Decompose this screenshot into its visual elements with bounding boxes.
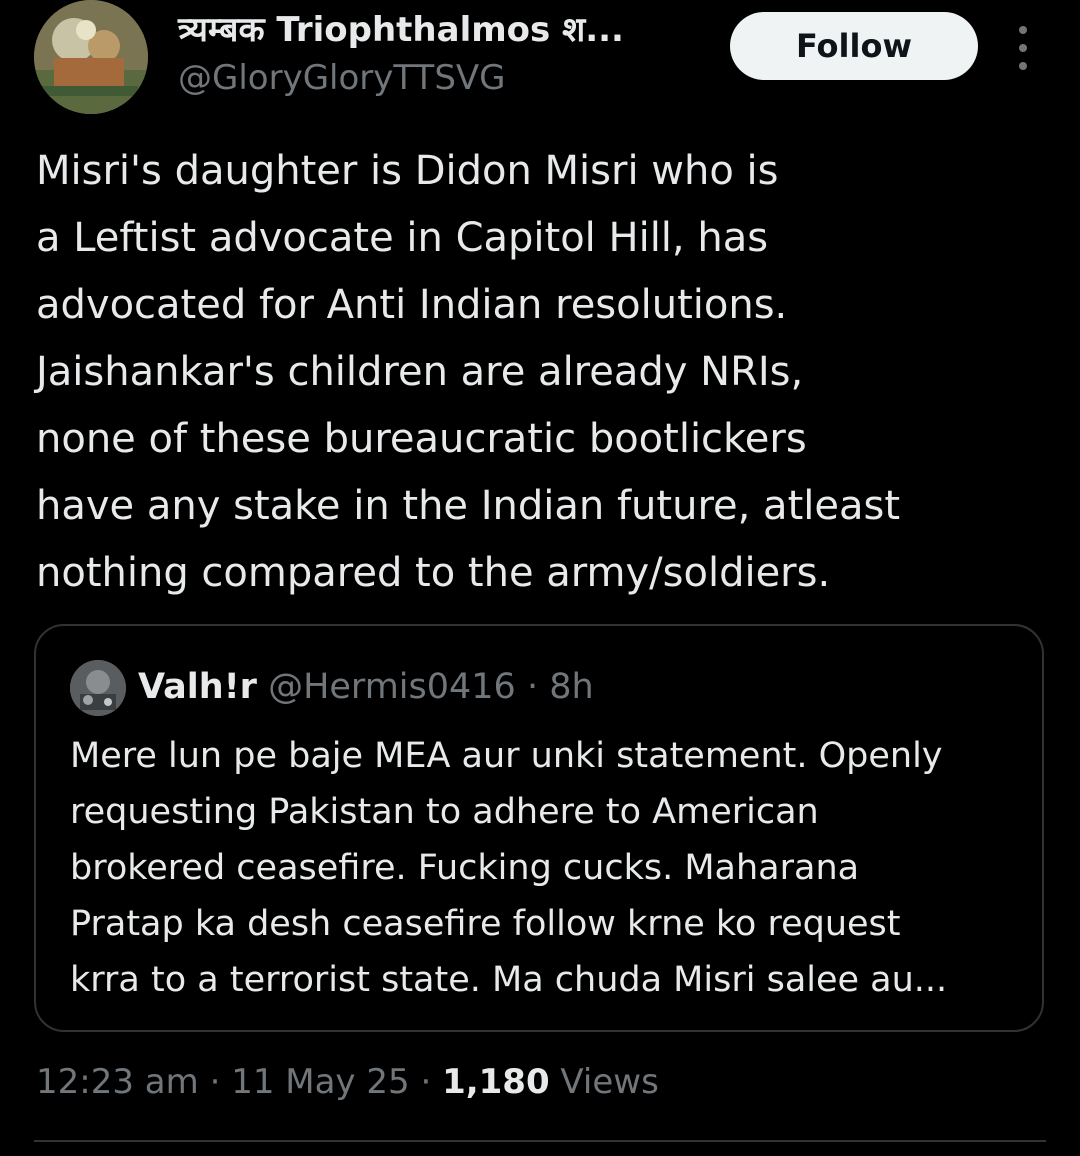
views-label: Views xyxy=(560,1062,659,1102)
quote-timestamp[interactable]: 8h xyxy=(549,667,593,707)
tweet-text-line: nothing compared to the army/soldiers. xyxy=(36,550,831,596)
tweet-date[interactable]: 11 May 25 xyxy=(231,1062,409,1102)
more-dot xyxy=(1019,62,1027,70)
tweet-meta: 12:23 am · 11 May 25 · 1,180 Views xyxy=(36,1058,659,1106)
quote-text-line: Pratap ka desh ceasefire follow krne ko … xyxy=(70,904,901,944)
tweet-text: Misri's daughter is Didon Misri who is a… xyxy=(36,138,1046,607)
quote-separator: · xyxy=(526,667,539,707)
tweet-text-line: Jaishankar's children are already NRIs, xyxy=(36,349,804,395)
quote-text-line: requesting Pakistan to adhere to America… xyxy=(70,792,819,832)
divider xyxy=(34,1140,1046,1142)
tweet-time[interactable]: 12:23 am xyxy=(36,1062,199,1102)
meta-separator: · xyxy=(209,1062,221,1102)
quote-author-name[interactable]: Valh!r xyxy=(138,667,257,707)
quoted-tweet-card[interactable]: Valh!r @Hermis0416 · 8h Mere lun pe baje… xyxy=(34,624,1044,1032)
quote-text: Mere lun pe baje MEA aur unki statement.… xyxy=(70,728,1030,1008)
author-avatar[interactable] xyxy=(34,0,148,114)
views-count: 1,180 xyxy=(442,1062,550,1102)
follow-button[interactable]: Follow xyxy=(730,12,978,80)
more-dot xyxy=(1019,44,1027,52)
quote-author-handle[interactable]: @Hermis0416 xyxy=(268,667,516,707)
quote-text-line: Mere lun pe baje MEA aur unki statement.… xyxy=(70,736,943,776)
author-display-name[interactable]: त्र्यम्बक Triophthalmos श... xyxy=(178,8,624,52)
tweet-text-line: none of these bureaucratic bootlickers xyxy=(36,416,807,462)
tweet-text-line: advocated for Anti Indian resolutions. xyxy=(36,282,788,328)
quote-header: Valh!r @Hermis0416 · 8h xyxy=(138,664,594,710)
more-dot xyxy=(1019,26,1027,34)
more-vertical-icon[interactable] xyxy=(1008,26,1038,70)
tweet-text-line: a Leftist advocate in Capitol Hill, has xyxy=(36,215,769,261)
meta-separator: · xyxy=(420,1062,432,1102)
author-handle[interactable]: @GloryGloryTTSVG xyxy=(178,56,506,100)
tweet-text-line: Misri's daughter is Didon Misri who is xyxy=(36,148,779,194)
quote-text-line: krra to a terrorist state. Ma chuda Misr… xyxy=(70,960,948,1000)
tweet-text-line: have any stake in the Indian future, atl… xyxy=(36,483,901,529)
quote-text-line: brokered ceasefire. Fucking cucks. Mahar… xyxy=(70,848,860,888)
quote-author-avatar[interactable] xyxy=(70,660,126,716)
